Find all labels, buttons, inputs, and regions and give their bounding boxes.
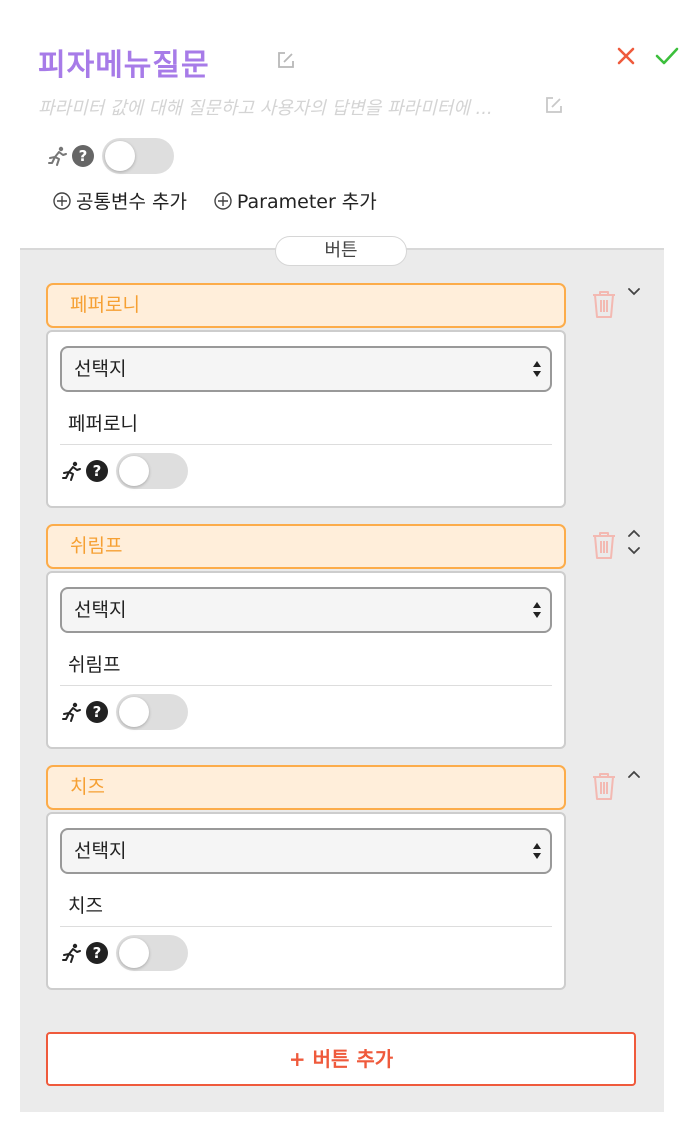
toggle-knob [119, 938, 149, 968]
item-flags: ? [60, 693, 188, 731]
option-type-value: 선택지 [74, 840, 127, 862]
running-person-icon [48, 146, 67, 166]
trash-icon[interactable] [591, 530, 617, 560]
check-icon[interactable] [654, 44, 680, 68]
option-type-select[interactable]: 선택지 [60, 587, 552, 633]
header-toggle[interactable] [102, 138, 174, 174]
select-arrows-icon [533, 361, 541, 377]
close-icon[interactable] [614, 44, 638, 68]
question-circle-icon[interactable]: ? [86, 460, 108, 482]
chevron-up-icon[interactable] [627, 528, 641, 538]
item-toggle[interactable] [116, 935, 188, 971]
button-item-card: 선택지 치즈 ? [46, 812, 566, 990]
add-button-button[interactable]: + 버튼 추가 [46, 1032, 636, 1086]
running-person-icon [62, 943, 81, 963]
running-person-icon [62, 461, 81, 481]
chevron-down-icon[interactable] [627, 287, 641, 297]
button-item-title[interactable]: 페퍼로니 [46, 283, 566, 328]
page-title: 피자메뉴질문 [38, 48, 210, 83]
toggle-knob [119, 697, 149, 727]
header-flags: ? [46, 138, 174, 174]
plus-circle-icon [53, 191, 71, 210]
button-item-card: 선택지 페퍼로니 ? [46, 330, 566, 508]
add-parameter-label: Parameter 추가 [236, 191, 377, 213]
add-links: 공통변수 추가 Parameter 추가 [52, 187, 377, 214]
option-type-select[interactable]: 선택지 [60, 346, 552, 392]
item-flags: ? [60, 452, 188, 490]
toggle-knob [105, 141, 135, 171]
select-arrows-icon [533, 602, 541, 618]
running-person-icon [62, 702, 81, 722]
question-circle-icon[interactable]: ? [72, 145, 94, 167]
button-item-card: 선택지 쉬림프 ? [46, 571, 566, 749]
answer-text: 쉬림프 [68, 654, 121, 676]
option-type-select[interactable]: 선택지 [60, 828, 552, 874]
answer-text: 치즈 [68, 895, 103, 917]
chevron-up-icon[interactable] [627, 769, 641, 779]
option-type-value: 선택지 [74, 599, 127, 621]
question-circle-icon[interactable]: ? [86, 942, 108, 964]
plus-circle-icon [214, 191, 232, 210]
question-circle-icon[interactable]: ? [86, 701, 108, 723]
select-arrows-icon [533, 843, 541, 859]
answer-text: 페퍼로니 [68, 413, 138, 435]
trash-icon[interactable] [591, 771, 617, 801]
add-common-variable-label: 공통변수 추가 [76, 191, 187, 213]
item-toggle[interactable] [116, 453, 188, 489]
edit-icon[interactable] [544, 95, 564, 115]
option-type-value: 선택지 [74, 358, 127, 380]
trash-icon[interactable] [591, 289, 617, 319]
page-description: 파라미터 값에 대해 질문하고 사용자의 답변을 파라미터에 ... [38, 98, 493, 119]
panel-tab-buttons[interactable]: 버튼 [275, 236, 407, 266]
item-flags: ? [60, 934, 188, 972]
toggle-knob [119, 456, 149, 486]
add-parameter-button[interactable]: Parameter 추가 [213, 187, 377, 214]
item-toggle[interactable] [116, 694, 188, 730]
divider [60, 685, 552, 686]
edit-icon[interactable] [276, 50, 296, 70]
divider [60, 444, 552, 445]
dialog-header: 피자메뉴질문 파라미터 값에 대해 질문하고 사용자의 답변을 파라미터에 ..… [0, 0, 696, 240]
divider [60, 926, 552, 927]
button-item-title[interactable]: 치즈 [46, 765, 566, 810]
button-item-title[interactable]: 쉬림프 [46, 524, 566, 569]
add-common-variable-button[interactable]: 공통변수 추가 [52, 187, 187, 214]
chevron-down-icon[interactable] [627, 546, 641, 556]
